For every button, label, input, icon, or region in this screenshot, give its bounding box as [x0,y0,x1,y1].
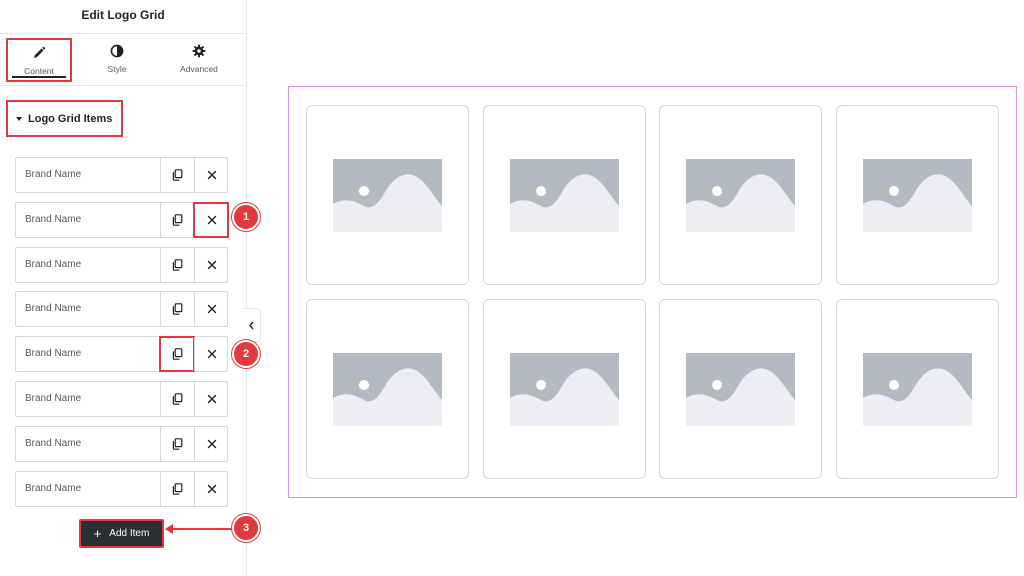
remove-item-button[interactable] [194,247,228,282]
remove-item-button[interactable] [194,337,228,372]
duplicate-item-button[interactable] [159,336,195,373]
panel-tabs: Content Style Advanced [0,34,246,86]
duplicate-icon [172,348,183,360]
tab-style[interactable]: Style [84,38,150,82]
half-circle-icon [110,44,124,58]
remove-item-button[interactable] [194,381,228,416]
repeater-item-title[interactable]: Brand Name [16,158,160,192]
repeater-list: Brand Name Brand Name Brand Name Brand Name… [15,157,229,515]
remove-item-button[interactable] [194,292,228,327]
remove-item-button[interactable] [194,471,228,506]
logo-grid-item[interactable] [659,105,822,285]
repeater-item-title[interactable]: Brand Name [16,427,160,461]
callout-badge-3: 3 [232,514,260,542]
remove-item-button[interactable] [194,158,228,192]
duplicate-item-button[interactable] [160,292,194,327]
repeater-item-title[interactable]: Brand Name [16,248,160,282]
panel-title: Edit Logo Grid [0,0,246,34]
tab-advanced[interactable]: Advanced [166,38,232,82]
duplicate-item-button[interactable] [160,471,194,506]
image-placeholder-icon [333,353,442,426]
gear-icon [192,44,206,58]
caret-down-icon [16,116,22,121]
duplicate-item-button[interactable] [160,202,194,237]
repeater-item[interactable]: Brand Name [15,291,228,328]
tab-style-label: Style [107,64,127,74]
section-label: Logo Grid Items [28,112,113,125]
duplicate-item-button[interactable] [160,158,194,192]
duplicate-item-button[interactable] [160,426,194,461]
logo-grid-item[interactable] [659,299,822,479]
repeater-item-title[interactable]: Brand Name [16,382,160,416]
close-icon [207,215,216,224]
remove-item-button[interactable] [193,201,229,238]
close-icon [207,349,216,359]
plus-icon: + [93,526,102,541]
repeater-item-title[interactable]: Brand Name [16,292,160,326]
close-icon [207,439,216,448]
duplicate-icon [172,303,183,316]
close-icon [207,170,216,180]
close-icon [207,394,216,404]
callout-badge-1: 1 [232,203,260,231]
tab-advanced-label: Advanced [180,64,218,74]
repeater-item[interactable]: Brand Name [15,157,228,193]
duplicate-icon [172,437,183,450]
image-placeholder-icon [862,353,972,426]
repeater-item[interactable]: Brand Name [15,470,228,507]
logo-grid-item[interactable] [306,299,469,479]
close-icon [207,305,216,314]
repeater-item[interactable]: Brand Name [15,246,228,283]
duplicate-icon [172,393,183,405]
repeater-item[interactable]: Brand Name [15,380,228,417]
duplicate-item-button[interactable] [160,381,194,416]
duplicate-icon [172,213,183,226]
callout-badge-2: 2 [232,340,260,368]
tab-content-label: Content [24,66,54,76]
duplicate-item-button[interactable] [160,247,194,282]
repeater-item-title[interactable]: Brand Name [16,337,160,371]
pencil-icon [34,46,46,58]
repeater-item-title[interactable]: Brand Name [16,472,160,506]
image-placeholder-icon [509,353,619,426]
chevron-left-icon [249,321,254,329]
callout-arrow-3 [165,524,232,534]
logo-grid-item[interactable] [482,105,646,285]
collapse-panel-handle[interactable] [243,308,261,342]
repeater-item-title[interactable]: Brand Name [16,203,160,237]
image-placeholder-icon [509,159,619,232]
image-placeholder-icon [862,159,972,232]
duplicate-icon [172,169,183,181]
logo-grid-item[interactable] [835,299,999,479]
section-toggle-logo-grid-items[interactable]: Logo Grid Items [6,100,123,137]
logo-grid-item[interactable] [306,105,469,285]
image-placeholder-icon [686,159,795,232]
duplicate-icon [172,258,183,271]
repeater-item[interactable]: Brand Name [15,425,228,462]
logo-grid-canvas[interactable] [288,86,1017,498]
logo-grid-item[interactable] [835,105,999,285]
image-placeholder-icon [333,159,442,232]
repeater-item[interactable]: Brand Name [15,336,228,373]
tab-content[interactable]: Content [6,38,72,82]
remove-item-button[interactable] [194,426,228,461]
add-item-button[interactable]: + Add Item [79,519,164,548]
close-icon [207,260,216,269]
editor-screen: Edit Logo Grid Content Style Advanced Lo… [0,0,1024,576]
repeater-item[interactable]: Brand Name [15,201,229,238]
add-item-label: Add Item [109,528,150,539]
image-placeholder-icon [686,353,795,426]
close-icon [207,484,216,493]
logo-grid-item[interactable] [482,299,646,479]
editor-panel: Edit Logo Grid Content Style Advanced Lo… [0,0,247,576]
duplicate-icon [172,482,183,495]
